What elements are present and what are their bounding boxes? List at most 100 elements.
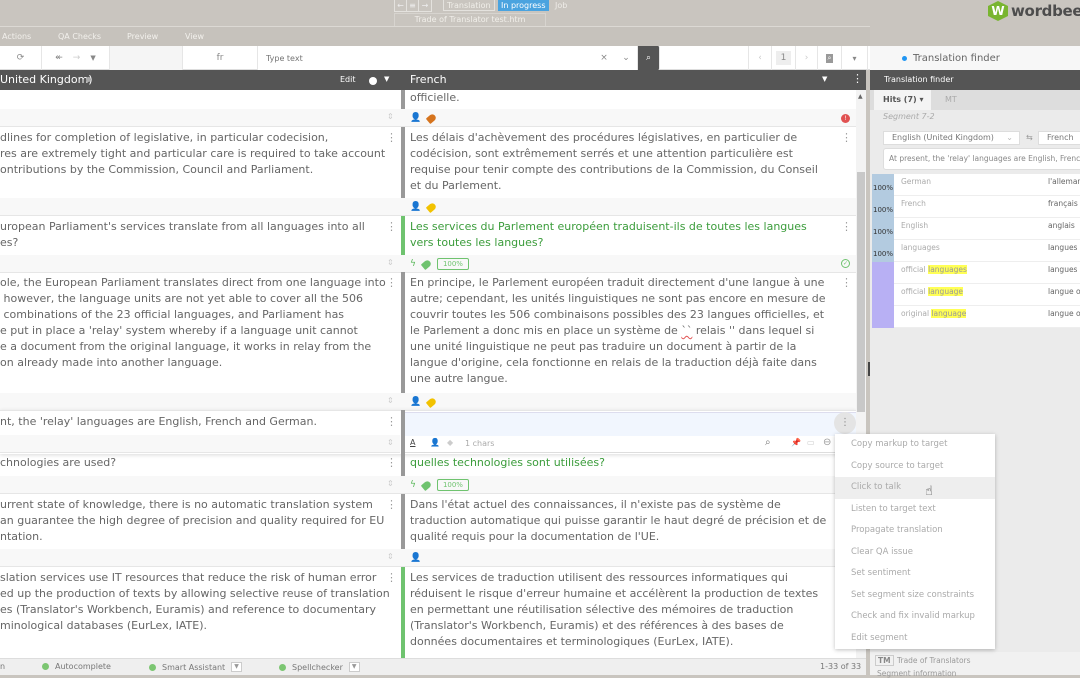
job-link[interactable]: Job bbox=[552, 0, 570, 11]
spellchecker-dropdown-icon[interactable]: ▼ bbox=[348, 662, 360, 672]
menu-item-set-sentiment[interactable]: Set sentiment bbox=[835, 563, 995, 585]
document-list-icon[interactable]: ≡ bbox=[407, 0, 419, 11]
resize-handle-icon[interactable]: ⇕ bbox=[387, 112, 394, 121]
menu-item-edit-segment[interactable]: Edit segment bbox=[835, 628, 995, 650]
tab-translation-finder[interactable]: Translation finder bbox=[870, 46, 1080, 70]
segment-information[interactable]: Segment information bbox=[877, 669, 956, 678]
target-text[interactable]: Les délais d'achèvement des procédures l… bbox=[410, 130, 830, 194]
menu-item-copy-source[interactable]: Copy source to target bbox=[835, 456, 995, 478]
source-menu-icon[interactable]: ⋮ bbox=[386, 456, 397, 469]
menu-item-copy-markup[interactable]: Copy markup to target bbox=[835, 434, 995, 456]
resize-handle-icon[interactable]: ⇕ bbox=[387, 258, 394, 267]
segment-row[interactable]: slation services use IT resources that r… bbox=[0, 567, 856, 658]
source-menu-icon[interactable]: ⋮ bbox=[386, 131, 397, 144]
previous-page-button[interactable]: ‹ bbox=[748, 46, 772, 70]
source-menu-icon[interactable]: ⋮ bbox=[386, 415, 397, 428]
target-text[interactable]: Dans l'état actuel des connaissances, il… bbox=[410, 497, 830, 545]
minus-circle-icon[interactable]: ⊖ bbox=[823, 437, 831, 448]
tab-hits[interactable]: Hits (7) ▾ bbox=[874, 90, 931, 110]
segment-row[interactable]: ole, the European Parliament translates … bbox=[0, 272, 856, 411]
search-options-dropdown-icon[interactable]: ⌄ bbox=[616, 46, 636, 70]
target-text[interactable]: En principe, le Parlement européen tradu… bbox=[410, 275, 830, 387]
smart-assistant-toggle[interactable]: Smart Assistant ▼ bbox=[149, 662, 242, 672]
menu-item-clear-qa[interactable]: Clear QA issue bbox=[835, 542, 995, 564]
target-language-select[interactable]: French bbox=[1038, 131, 1080, 145]
target-language-header[interactable]: French bbox=[410, 73, 447, 86]
spelling-error[interactable]: `` bbox=[681, 324, 692, 337]
term-hit-row[interactable]: official language langue of bbox=[872, 284, 1080, 306]
text-format-icon[interactable]: A bbox=[410, 438, 415, 447]
autocomplete-toggle[interactable]: Autocomplete bbox=[42, 662, 111, 671]
resize-handle-icon[interactable]: ⇕ bbox=[387, 552, 394, 561]
search-icon[interactable]: ⌕ bbox=[765, 437, 771, 448]
next-document-icon[interactable]: → bbox=[419, 0, 431, 11]
menu-actions[interactable]: Actions bbox=[2, 32, 31, 41]
previous-document-icon[interactable]: ← bbox=[395, 0, 407, 11]
target-text[interactable]: Les services de traduction utilisent des… bbox=[410, 570, 830, 650]
tm-name[interactable]: Trade of Translators bbox=[897, 656, 971, 665]
target-text[interactable]: Les services du Parlement européen tradu… bbox=[410, 219, 830, 251]
segment-menu-button[interactable]: ⋮ bbox=[834, 412, 856, 434]
segment-row[interactable]: dlines for completion of legislative, in… bbox=[0, 128, 856, 216]
finder-query-input[interactable]: At present, the 'relay' languages are En… bbox=[883, 148, 1080, 170]
spellchecker-toggle[interactable]: Spellchecker ▼ bbox=[279, 662, 360, 672]
segment-row[interactable]: officielle. ⇕ 👤 ! bbox=[0, 90, 856, 128]
comment-icon[interactable]: ▭ bbox=[807, 438, 815, 447]
page-number[interactable]: 1 bbox=[772, 46, 796, 70]
segment-menu-icon[interactable]: ⋮ bbox=[841, 276, 852, 289]
language-code[interactable]: fr bbox=[183, 46, 258, 70]
find-icon[interactable]: ⌕ bbox=[818, 46, 842, 70]
menu-item-listen[interactable]: Listen to target text bbox=[835, 499, 995, 521]
source-menu-icon[interactable]: ⋮ bbox=[386, 276, 397, 289]
search-button[interactable]: ⌕ bbox=[638, 46, 660, 70]
swap-languages-icon[interactable]: ⇆ bbox=[1026, 133, 1033, 142]
history-dropdown-icon[interactable]: ▼ bbox=[90, 54, 95, 62]
segment-row[interactable]: uropean Parliament's services translate … bbox=[0, 216, 856, 273]
toolbar-more-dropdown[interactable]: ▾ bbox=[842, 46, 868, 70]
menu-item-size-constraints[interactable]: Set segment size constraints bbox=[835, 585, 995, 607]
undo-icon[interactable]: ↞ bbox=[55, 53, 63, 63]
segment-menu-icon[interactable]: ⋮ bbox=[841, 131, 852, 144]
menu-preview[interactable]: Preview bbox=[127, 32, 158, 41]
status-badge[interactable]: In progress bbox=[498, 0, 549, 11]
resize-handle-icon[interactable]: ⇕ bbox=[387, 438, 394, 447]
hit-row[interactable]: 100% English anglais bbox=[872, 218, 1080, 240]
workflow-step-badge[interactable]: Translation bbox=[443, 0, 495, 11]
hit-row[interactable]: 100% French français bbox=[872, 196, 1080, 218]
scroll-up-icon[interactable]: ▲ bbox=[858, 93, 863, 100]
target-dropdown-icon[interactable]: ▼ bbox=[822, 75, 827, 83]
edit-dropdown-icon[interactable]: ▼ bbox=[384, 75, 389, 83]
segment-row[interactable]: chnologies are used? ⋮ quelles technolog… bbox=[0, 454, 856, 494]
pin-icon[interactable]: 📌 bbox=[791, 438, 801, 447]
document-tab[interactable]: Trade of Translator test.htm bbox=[394, 13, 546, 26]
menu-item-click-to-talk[interactable]: Click to talk bbox=[835, 477, 995, 499]
menu-view[interactable]: View bbox=[185, 32, 204, 41]
menu-item-fix-markup[interactable]: Check and fix invalid markup bbox=[835, 606, 995, 628]
search-input[interactable] bbox=[258, 46, 638, 70]
segment-row[interactable]: urrent state of knowledge, there is no a… bbox=[0, 494, 856, 567]
term-hit-row[interactable]: official languageslangues o bbox=[872, 262, 1080, 284]
source-language-select[interactable]: English (United Kingdom) ⌄ bbox=[883, 131, 1020, 145]
target-text[interactable]: quelles technologies sont utilisées? bbox=[410, 455, 830, 471]
scrollbar-thumb[interactable] bbox=[857, 172, 865, 412]
resize-handle-icon[interactable]: ⇕ bbox=[387, 479, 394, 488]
tab-mt[interactable]: MT bbox=[945, 90, 957, 110]
clear-search-icon[interactable]: × bbox=[594, 46, 614, 70]
panel-splitter[interactable] bbox=[868, 362, 870, 376]
edit-toggle[interactable] bbox=[369, 77, 377, 85]
target-text[interactable]: officielle. bbox=[410, 90, 830, 106]
term-hit-row[interactable]: original language langue o bbox=[872, 306, 1080, 328]
qa-error-icon[interactable]: ! bbox=[841, 114, 850, 123]
source-menu-icon[interactable]: ⋮ bbox=[386, 220, 397, 233]
source-menu-icon[interactable]: ⋮ bbox=[386, 571, 397, 584]
resize-handle-icon[interactable]: ⇕ bbox=[387, 396, 394, 405]
next-page-button[interactable]: › bbox=[796, 46, 818, 70]
segment-menu-icon[interactable]: ⋮ bbox=[841, 220, 852, 233]
redo-icon[interactable]: → bbox=[73, 53, 81, 63]
menu-qa-checks[interactable]: QA Checks bbox=[58, 32, 101, 41]
target-editor[interactable] bbox=[405, 412, 856, 436]
refresh-button[interactable]: ⟳ bbox=[0, 46, 42, 70]
smart-assistant-dropdown-icon[interactable]: ▼ bbox=[231, 662, 242, 672]
source-menu-icon[interactable]: ⋮ bbox=[386, 498, 397, 511]
menu-item-propagate[interactable]: Propagate translation bbox=[835, 520, 995, 542]
